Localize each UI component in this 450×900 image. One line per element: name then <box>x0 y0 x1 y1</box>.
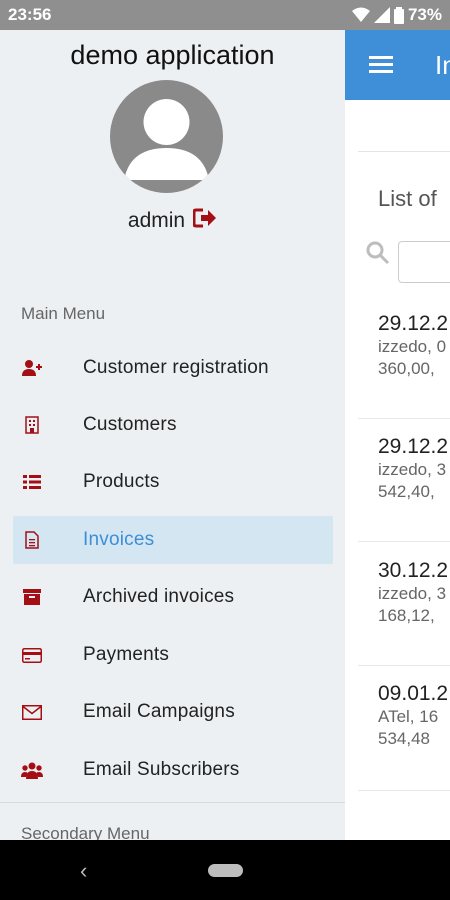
envelope-icon <box>21 701 43 723</box>
list-title: List of <box>378 186 437 211</box>
search-icon[interactable] <box>365 240 391 271</box>
list-item[interactable]: 30.12.2 izzedo, 3 168,12, <box>378 559 448 627</box>
file-text-icon <box>21 529 43 551</box>
users-icon <box>21 759 43 781</box>
invoice-amount: 360,00, <box>378 359 435 378</box>
list-divider <box>358 665 450 666</box>
menu-item-label: Customers <box>83 414 177 435</box>
list-item[interactable]: 29.12.2 izzedo, 3 542,40, <box>378 435 448 503</box>
invoice-date: 09.01.2 <box>378 682 449 705</box>
list-divider <box>358 541 450 542</box>
menu-item-label: Payments <box>83 644 170 665</box>
credit-card-icon <box>21 644 43 666</box>
app-bar: In <box>345 30 450 100</box>
app-name: demo application <box>70 40 275 70</box>
menu-item-email-subscribers[interactable]: Email Subscribers <box>13 746 333 794</box>
logout-icon[interactable] <box>192 208 217 233</box>
signal-icon <box>373 7 390 23</box>
menu-item-invoices[interactable]: Invoices <box>13 516 333 564</box>
archive-icon <box>21 586 43 608</box>
invoice-customer: izzedo, 3 <box>378 584 447 603</box>
app-bar-title: In <box>435 50 450 80</box>
user-plus-icon <box>21 357 43 379</box>
menu-item-customers[interactable]: Customers <box>13 401 333 449</box>
list-divider <box>358 418 450 419</box>
invoice-date: 30.12.2 <box>378 559 449 582</box>
card-top <box>358 100 450 152</box>
battery-icon <box>393 6 404 24</box>
user-name: admin <box>127 208 186 232</box>
menu-item-label: Customer registration <box>83 357 269 378</box>
invoice-customer: izzedo, 3 <box>378 460 447 479</box>
invoice-amount: 534,48 <box>378 729 430 748</box>
menu-item-label: Email Campaigns <box>83 701 235 722</box>
status-bar: 23:56 73% <box>0 0 450 30</box>
invoice-date: 29.12.2 <box>378 435 449 458</box>
menu-item-label: Archived invoices <box>83 586 235 607</box>
user-row: admin <box>0 208 345 233</box>
menu-item-label: Products <box>83 471 160 492</box>
invoice-amount: 542,40, <box>378 482 435 501</box>
secondary-menu-label: Secondary Menu <box>21 824 150 840</box>
list-item[interactable]: 29.12.2 izzedo, 0 360,00, <box>378 312 448 380</box>
status-time: 23:56 <box>8 5 52 24</box>
menu-item-products[interactable]: Products <box>13 458 333 506</box>
menu-item-label: Invoices <box>83 529 155 550</box>
list-item[interactable]: 09.01.2 ATel, 16 534,48 <box>378 682 448 750</box>
wifi-icon <box>351 7 370 22</box>
back-icon[interactable]: ‹ <box>80 858 87 884</box>
invoice-list-panel: List of 29.12.2 izzedo, 0 360,00, 29.12.… <box>345 100 450 840</box>
main-menu-label: Main Menu <box>21 304 106 323</box>
invoice-amount: 168,12, <box>378 606 435 625</box>
menu-item-email-campaigns[interactable]: Email Campaigns <box>13 688 333 736</box>
building-icon <box>21 414 43 436</box>
navigation-drawer: demo application admin Main Menu Custome… <box>0 30 345 840</box>
menu-item-archived-invoices[interactable]: Archived invoices <box>13 573 333 621</box>
menu-item-payments[interactable]: Payments <box>13 631 333 679</box>
status-icons: 73% <box>351 5 442 25</box>
menu-item-label: Email Subscribers <box>83 759 240 780</box>
list-icon <box>21 471 43 493</box>
search-input[interactable] <box>398 241 450 283</box>
invoice-customer: ATel, 16 <box>378 707 439 726</box>
hamburger-menu-icon[interactable] <box>369 54 393 79</box>
list-divider <box>358 790 450 791</box>
system-nav-bar: ‹ <box>0 840 450 900</box>
avatar[interactable] <box>110 80 223 193</box>
home-pill-icon[interactable] <box>208 864 243 877</box>
menu-divider <box>0 802 345 803</box>
menu-item-customer-registration[interactable]: Customer registration <box>13 344 333 392</box>
invoice-customer: izzedo, 0 <box>378 337 447 356</box>
battery-level: 73% <box>407 5 442 24</box>
invoice-date: 29.12.2 <box>378 312 449 335</box>
